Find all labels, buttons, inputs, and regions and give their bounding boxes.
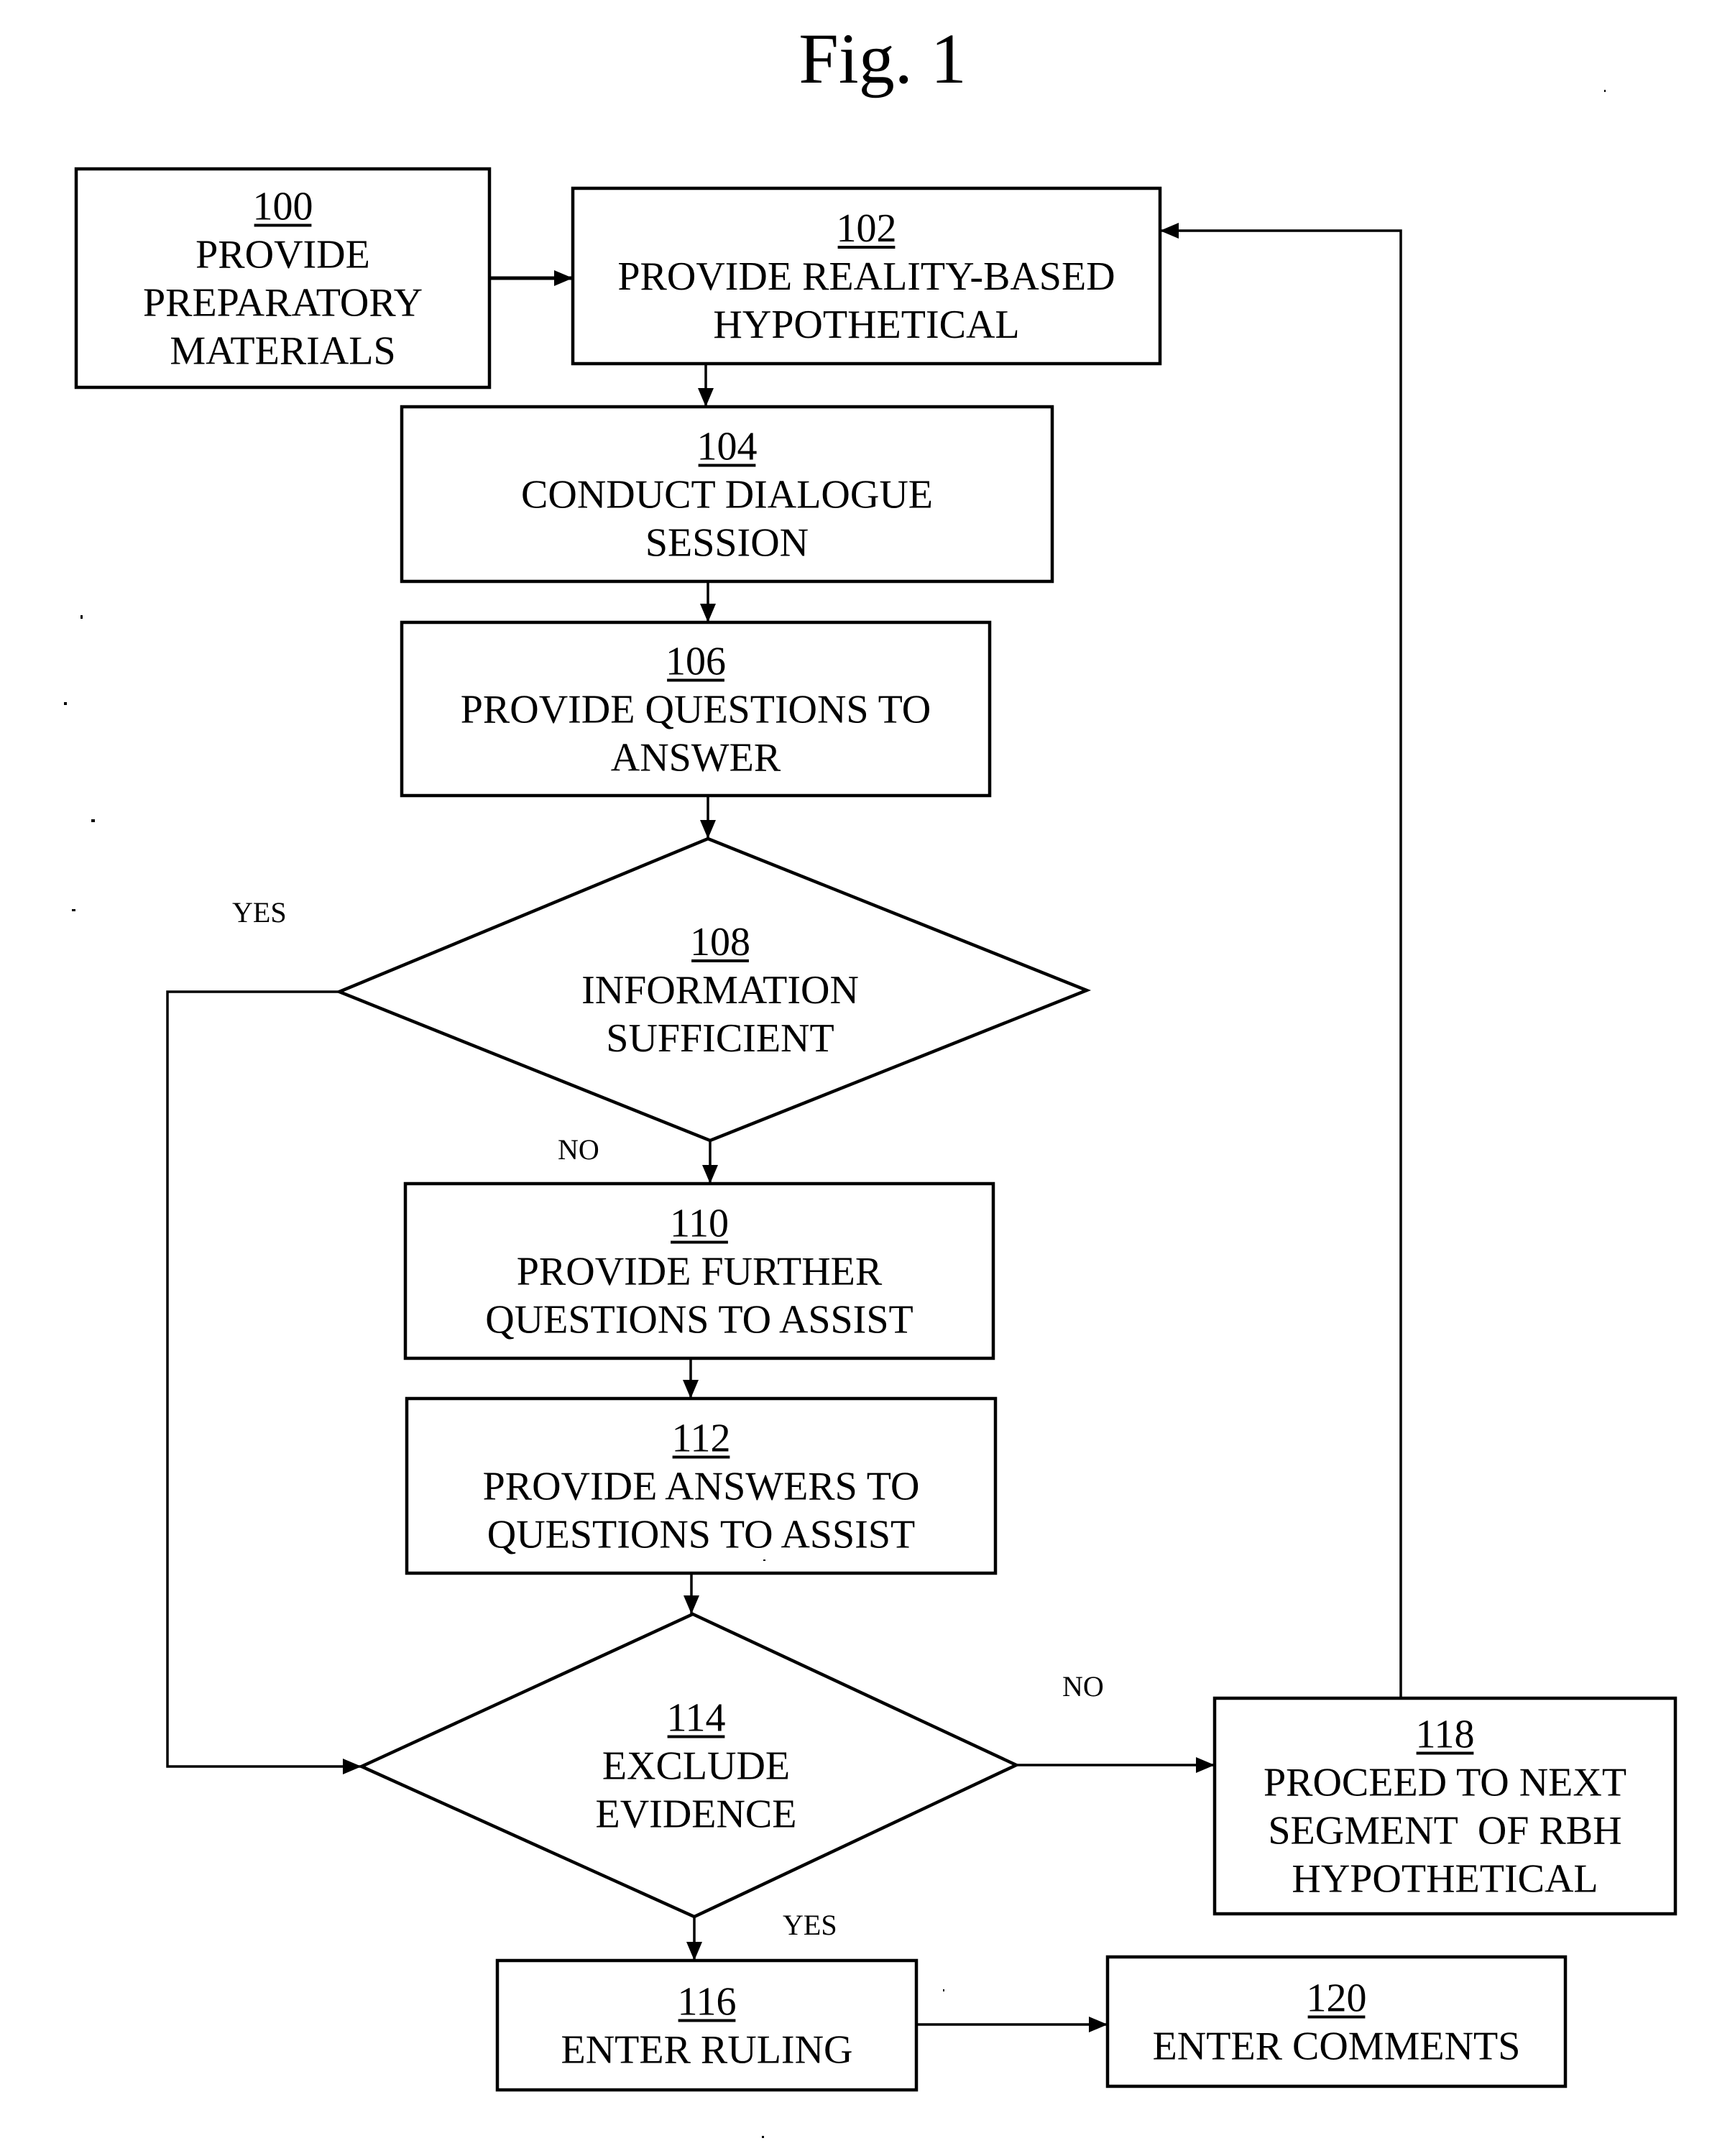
node-label-line: HYPOTHETICAL	[1292, 1857, 1598, 1902]
node-reference-number: 118	[1416, 1713, 1475, 1757]
node-reference-number: 100	[253, 185, 313, 229]
node-label-line: PROVIDE FURTHER	[517, 1250, 883, 1294]
scan-speck	[762, 2136, 764, 2138]
arrowhead-icon	[700, 604, 716, 622]
arrowhead-icon	[686, 1942, 702, 1961]
edge-114-118	[1016, 1757, 1215, 1773]
arrowhead-icon	[702, 1165, 718, 1184]
figure-title: Fig. 1	[799, 19, 966, 98]
process-node-112[interactable]: 112PROVIDE ANSWERS TOQUESTIONS TO ASSIST	[405, 1396, 998, 1575]
arrowhead-icon	[684, 1595, 699, 1614]
edge-108-114	[166, 990, 362, 1774]
node-label-line: PROVIDE ANSWERS TO	[483, 1465, 920, 1509]
node-label-line: QUESTIONS TO ASSIST	[487, 1513, 915, 1557]
flowchart-canvas: Fig. 1 100PROVIDEPREPARATORYMATERIALS 102…	[0, 0, 1712, 2156]
scan-speck	[72, 909, 75, 911]
arrowhead-icon	[1089, 2017, 1108, 2032]
process-node-102[interactable]: 102PROVIDE REALITY-BASEDHYPOTHETICAL	[571, 186, 1162, 366]
edge-116-120	[916, 2017, 1108, 2032]
node-label-line: HYPOTHETICAL	[713, 303, 1019, 347]
node-reference-number: 120	[1307, 1976, 1367, 2021]
node-label-line: QUESTIONS TO ASSIST	[485, 1298, 913, 1342]
node-reference-number: 114	[667, 1696, 726, 1741]
decision-node-114[interactable]: 114EXCLUDEEVIDENCE	[357, 1612, 1021, 1919]
arrowhead-icon	[700, 820, 716, 839]
process-node-120[interactable]: 120ENTER COMMENTS	[1105, 1955, 1568, 2088]
process-node-100[interactable]: 100PROVIDEPREPARATORYMATERIALS	[74, 167, 492, 390]
edge-label-yes: YES	[783, 1909, 837, 1941]
node-reference-number: 102	[837, 206, 897, 251]
scan-speck	[80, 615, 83, 619]
node-label-line: ANSWER	[611, 736, 781, 780]
node-label-line: ENTER RULING	[561, 2028, 853, 2073]
process-node-106[interactable]: 106PROVIDE QUESTIONS TOANSWER	[400, 620, 992, 798]
nodes-layer: 100PROVIDEPREPARATORYMATERIALS102PROVIDE…	[74, 167, 1678, 2092]
arrowhead-icon	[698, 388, 714, 407]
node-reference-number: 116	[678, 1980, 737, 2024]
edge-label-no: NO	[1062, 1670, 1104, 1703]
arrowhead-icon	[683, 1380, 699, 1399]
node-label-line: PREPARATORY	[143, 281, 423, 326]
node-reference-number: 104	[697, 425, 758, 469]
node-label-line: PROVIDE	[195, 233, 370, 277]
node-label-line: INFORMATION	[581, 968, 859, 1013]
edge-106-108	[700, 796, 716, 839]
node-reference-number: 108	[690, 920, 750, 964]
node-label-line: MATERIALS	[170, 329, 395, 374]
node-label-line: SUFFICIENT	[606, 1016, 834, 1061]
edge-label-no: NO	[558, 1133, 599, 1166]
scan-speck	[763, 1560, 765, 1561]
edge-label-yes: YES	[232, 896, 287, 929]
node-label-line: SESSION	[645, 521, 809, 566]
decision-node-108[interactable]: 108INFORMATIONSUFFICIENT	[335, 837, 1092, 1143]
edge-118-102	[1160, 223, 1402, 1698]
node-label-line: PROVIDE REALITY-BASED	[617, 254, 1115, 299]
process-node-104[interactable]: 104CONDUCT DIALOGUESESSION	[400, 405, 1054, 584]
connector-line	[166, 990, 362, 1768]
process-node-118[interactable]: 118PROCEED TO NEXTSEGMENT OF RBHHYPOTHET…	[1212, 1696, 1678, 1916]
node-reference-number: 112	[672, 1416, 731, 1461]
node-label-line: EXCLUDE	[602, 1744, 790, 1789]
node-label-line: EVIDENCE	[596, 1792, 797, 1837]
edge-102-104	[698, 364, 714, 407]
node-label-line: PROVIDE QUESTIONS TO	[461, 688, 931, 732]
edge-104-106	[700, 581, 716, 622]
process-node-110[interactable]: 110PROVIDE FURTHERQUESTIONS TO ASSIST	[403, 1181, 995, 1360]
arrowhead-icon	[554, 270, 573, 286]
node-label-line: CONDUCT DIALOGUE	[521, 473, 933, 517]
edge-112-114	[684, 1573, 699, 1614]
scan-speck	[91, 819, 95, 822]
edge-114-116	[686, 1917, 702, 1961]
edge-100-102	[489, 270, 573, 286]
edge-108-110	[702, 1141, 718, 1184]
process-node-116[interactable]: 116ENTER RULING	[495, 1958, 919, 2092]
scan-speck	[64, 702, 67, 705]
node-label-line: SEGMENT OF RBH	[1268, 1809, 1621, 1853]
node-label-line: ENTER COMMENTS	[1153, 2024, 1521, 2069]
node-reference-number: 106	[666, 640, 726, 684]
scan-speck	[943, 1989, 944, 1991]
scan-speck	[1604, 90, 1606, 92]
arrowhead-icon	[1196, 1757, 1215, 1773]
connector-line	[1160, 229, 1402, 1698]
arrowhead-icon	[1160, 223, 1179, 239]
node-label-line: PROCEED TO NEXT	[1264, 1761, 1626, 1805]
edge-110-112	[683, 1358, 699, 1399]
node-reference-number: 110	[670, 1202, 729, 1246]
